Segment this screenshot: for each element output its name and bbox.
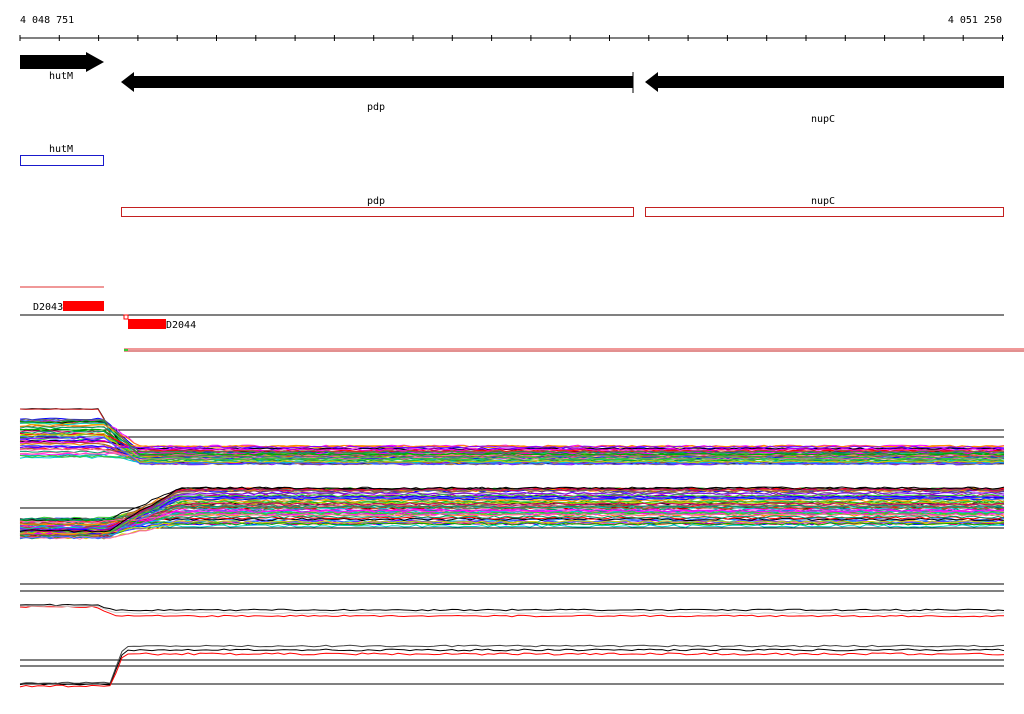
profile-trace [19, 603, 1005, 612]
operon-track: hutM pdp nupC [20, 144, 1004, 217]
gene-arrow-hutm[interactable] [20, 52, 104, 72]
gene-arrow-nupc[interactable] [645, 72, 1004, 92]
gene-label-nupc: nupC [811, 114, 835, 125]
profile-trace [19, 652, 1005, 688]
gene-label-hutm: hutM [49, 71, 73, 82]
feature-label-d2043: D2043 [33, 302, 63, 313]
feature-box-d2043[interactable] [63, 301, 104, 311]
profile-trace [19, 438, 1005, 450]
coord-start-label: 4 048 751 [20, 15, 74, 26]
gene-arrow-pdp[interactable] [121, 72, 634, 93]
gene-track: hutM pdp nupC [20, 52, 1004, 125]
feature-label-d2044: D2044 [166, 320, 196, 331]
expression-profile-track-1 [19, 408, 1005, 466]
expression-profile-track-3 [19, 583, 1005, 618]
operon-box-hutm[interactable] [20, 155, 104, 166]
profile-trace [19, 419, 1005, 448]
feature-marker [123, 314, 129, 320]
operon-label-nupc: nupC [811, 196, 835, 207]
operon-box-pdp[interactable] [121, 207, 634, 217]
profile-trace [19, 423, 1005, 448]
feature-box-d2044[interactable] [128, 319, 166, 329]
expression-profile-track-2 [19, 486, 1005, 540]
profile-trace [19, 605, 1004, 618]
operon-label-pdp: pdp [367, 196, 385, 207]
coord-end-label: 4 051 250 [948, 15, 1002, 26]
feature-track: D2043 D2044 [20, 286, 1024, 352]
profile-trace [19, 644, 1005, 685]
operon-box-nupc[interactable] [645, 207, 1004, 217]
genome-browser-view: 4 048 751 4 051 250 hutM pdp nupC hutM p… [19, 15, 1024, 688]
coordinate-axis: 4 048 751 4 051 250 [19, 15, 1004, 41]
gene-label-pdp: pdp [367, 102, 385, 113]
expression-profile-track-4 [19, 644, 1005, 688]
operon-label-hutm: hutM [49, 144, 73, 155]
